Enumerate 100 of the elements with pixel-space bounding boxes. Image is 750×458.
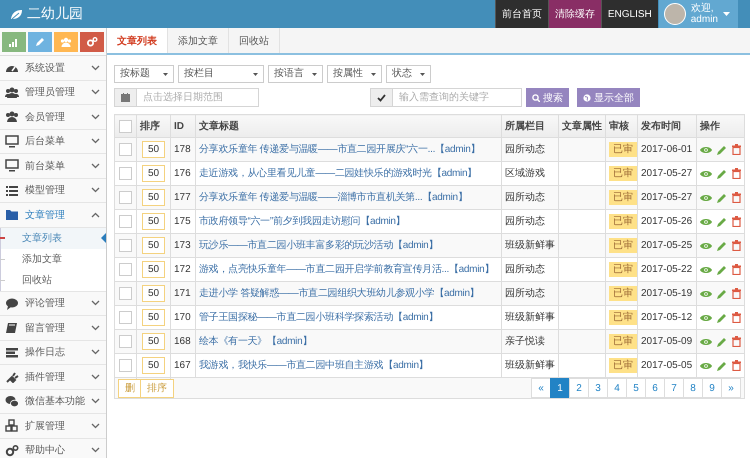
sidebar-item[interactable]: 帮助中心 <box>0 438 106 458</box>
row-checkbox[interactable] <box>119 143 132 156</box>
keyword-field[interactable]: 输入需查询的关键字 <box>392 88 522 107</box>
page-button[interactable]: 9 <box>702 378 722 398</box>
header-nav-button[interactable]: 前台首页 <box>494 0 548 28</box>
trash-icon[interactable] <box>732 192 741 203</box>
sidebar-subitem[interactable]: 文章列表 <box>0 228 106 248</box>
sort-order-field[interactable]: 50 <box>142 165 166 182</box>
pencil-icon[interactable] <box>717 360 727 370</box>
row-checkbox[interactable] <box>119 335 132 348</box>
tab[interactable]: 回收站 <box>229 28 280 53</box>
eye-icon[interactable] <box>700 242 712 250</box>
sidebar-item[interactable]: 文章管理 <box>0 203 106 228</box>
trash-icon[interactable] <box>732 264 741 275</box>
page-button[interactable]: » <box>721 378 741 398</box>
sidebar-item[interactable]: 微信基本功能 <box>0 390 106 414</box>
sort-order-field[interactable]: 50 <box>142 309 166 326</box>
eye-icon[interactable] <box>700 194 712 202</box>
pencil-icon[interactable] <box>717 336 727 346</box>
sidebar-item[interactable]: 会员管理 <box>0 105 106 130</box>
tab[interactable]: 添加文章 <box>168 28 229 53</box>
page-button[interactable]: 6 <box>645 378 665 398</box>
chevron-down-icon <box>91 114 100 120</box>
sidebar-item[interactable]: 管理员管理 <box>0 80 106 105</box>
page-button[interactable]: 8 <box>683 378 703 398</box>
sidebar-item[interactable]: 扩展管理 <box>0 414 106 438</box>
row-checkbox[interactable] <box>119 263 132 276</box>
row-checkbox[interactable] <box>119 359 132 372</box>
article-title-link[interactable]: 绘本《有一天》【admin】 <box>199 336 312 347</box>
sidebar-item[interactable]: 模型管理 <box>0 178 106 203</box>
sort-order-field[interactable]: 50 <box>142 141 166 158</box>
pencil-icon[interactable] <box>717 288 727 298</box>
row-checkbox[interactable] <box>119 287 132 300</box>
trash-icon[interactable] <box>732 336 741 347</box>
header-nav-button[interactable]: ENGLISH <box>600 0 658 28</box>
pencil-icon[interactable] <box>717 192 727 202</box>
page-button[interactable]: 3 <box>588 378 608 398</box>
sort-order-field[interactable]: 50 <box>142 261 166 278</box>
eye-icon[interactable] <box>700 338 712 346</box>
sort-order-field[interactable]: 50 <box>142 357 166 374</box>
eye-icon[interactable] <box>700 218 712 226</box>
sidebar-item[interactable]: 插件管理 <box>0 365 106 390</box>
sidebar-item[interactable]: 系统设置 <box>0 56 106 80</box>
select-all-checkbox[interactable] <box>119 120 132 132</box>
sidebar-subitem[interactable]: 回收站 <box>0 270 106 290</box>
filter-dropdown[interactable]: 按栏目 <box>178 65 264 83</box>
trash-icon[interactable] <box>732 168 741 179</box>
page-button[interactable]: 2 <box>569 378 589 398</box>
table-cell: 173 <box>170 234 196 258</box>
pencil-icon[interactable] <box>717 168 727 178</box>
row-checkbox[interactable] <box>119 191 132 204</box>
eye-icon[interactable] <box>700 266 712 274</box>
eye-icon[interactable] <box>700 170 712 178</box>
sidebar-item[interactable]: 留言管理 <box>0 316 106 340</box>
pencil-icon[interactable] <box>717 264 727 274</box>
trash-icon[interactable] <box>732 288 741 299</box>
row-checkbox[interactable] <box>119 239 132 252</box>
shortcut-button[interactable] <box>80 32 104 52</box>
row-checkbox[interactable] <box>119 311 132 324</box>
tab[interactable]: 文章列表 <box>107 28 168 53</box>
pencil-icon[interactable] <box>717 312 727 322</box>
sort-order-field[interactable]: 50 <box>142 189 166 206</box>
trash-icon[interactable] <box>732 360 741 371</box>
trash-icon[interactable] <box>732 312 741 323</box>
filter-dropdown[interactable]: 按标题 <box>114 65 174 83</box>
shortcut-button[interactable] <box>54 32 78 52</box>
chevron-up-icon <box>91 212 100 218</box>
shortcut-button[interactable] <box>2 32 26 52</box>
sort-order-field[interactable]: 50 <box>142 213 166 230</box>
page-button[interactable]: 5 <box>626 378 646 398</box>
row-checkbox[interactable] <box>119 167 132 180</box>
trash-icon[interactable] <box>732 144 741 155</box>
pencil-icon[interactable] <box>717 216 727 226</box>
trash-icon[interactable] <box>732 216 741 227</box>
pencil-icon[interactable] <box>717 240 727 250</box>
trash-icon[interactable] <box>732 240 741 251</box>
sidebar-item[interactable]: 操作日志 <box>0 340 106 365</box>
sidebar-item[interactable]: 评论管理 <box>0 292 106 316</box>
filter-dropdown[interactable]: 按语言 <box>268 65 323 83</box>
sort-order-field[interactable]: 50 <box>142 285 166 302</box>
sort-order-field[interactable]: 50 <box>142 333 166 350</box>
pencil-icon[interactable] <box>717 144 727 154</box>
shortcut-button[interactable] <box>28 32 52 52</box>
eye-icon[interactable] <box>700 290 712 298</box>
filter-dropdown[interactable]: 状态 <box>386 65 431 83</box>
sidebar-subitem[interactable]: 添加文章 <box>0 248 106 270</box>
row-checkbox[interactable] <box>119 215 132 228</box>
sidebar-item[interactable]: 前台菜单 <box>0 154 106 178</box>
eye-icon[interactable] <box>700 314 712 322</box>
page-button[interactable]: 1 <box>550 378 570 398</box>
page-button[interactable]: 4 <box>607 378 627 398</box>
date-range-field[interactable]: 点击选择日期范围 <box>136 88 259 107</box>
eye-icon[interactable] <box>700 146 712 154</box>
page-button[interactable]: 7 <box>664 378 684 398</box>
header-nav-button[interactable]: 清除缓存 <box>548 0 601 28</box>
page-button[interactable]: « <box>531 378 551 398</box>
filter-dropdown[interactable]: 按属性 <box>327 65 382 83</box>
eye-icon[interactable] <box>700 362 712 370</box>
sidebar-item[interactable]: 后台菜单 <box>0 130 106 154</box>
sort-order-field[interactable]: 50 <box>142 237 166 254</box>
